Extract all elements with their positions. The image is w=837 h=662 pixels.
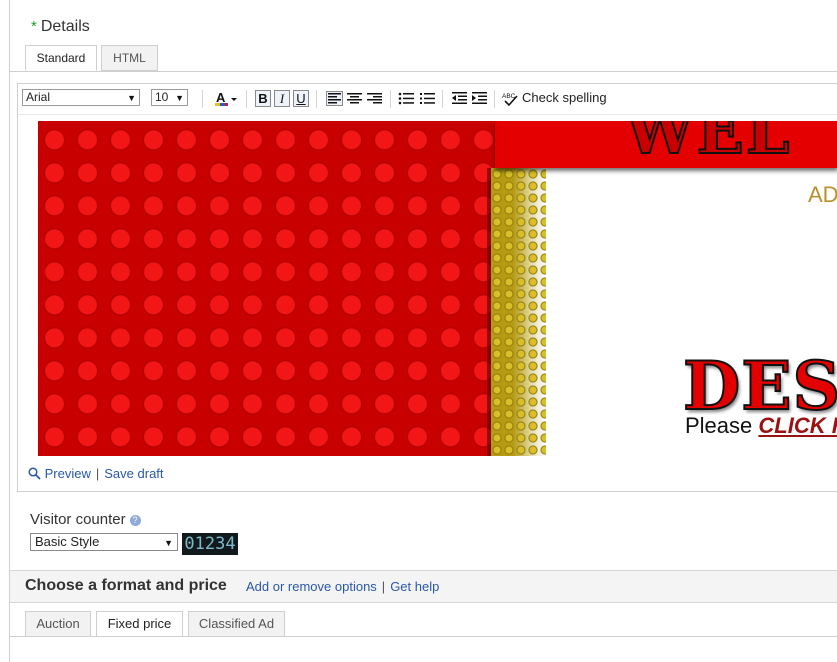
align-left-icon <box>328 93 341 104</box>
chevron-down-icon: ▼ <box>164 538 173 548</box>
click-here-link[interactable]: CLICK H <box>758 413 837 438</box>
format-tabs-divider <box>10 636 837 637</box>
outdent-button[interactable] <box>451 91 468 106</box>
font-size-value: 10 <box>155 90 169 104</box>
align-right-button[interactable] <box>366 91 383 106</box>
get-help-link[interactable]: Get help <box>390 579 439 594</box>
align-center-button[interactable] <box>346 91 363 106</box>
link-separator: | <box>95 466 100 481</box>
please-text: Please <box>685 413 753 438</box>
description-editor: Arial ▼ 10 ▼ A B I U ABC Check spelling … <box>17 83 837 492</box>
visitor-counter-preview: 01234 <box>182 533 238 555</box>
chevron-down-icon: ▼ <box>175 93 184 103</box>
bold-button[interactable]: B <box>255 90 271 107</box>
toolbar-separator <box>442 90 443 108</box>
frame-left-border <box>9 0 10 662</box>
visitor-counter-style-value: Basic Style <box>35 534 100 549</box>
editor-content-area[interactable]: WEL ADD A A A DESC Please CLICK H <box>35 121 837 456</box>
bulleted-list-button[interactable] <box>398 91 415 106</box>
numbered-list-icon <box>420 93 435 104</box>
font-family-select[interactable]: Arial ▼ <box>22 89 140 106</box>
content-edge <box>35 121 38 456</box>
required-mark: * <box>31 18 37 35</box>
tab-classified-ad[interactable]: Classified Ad <box>188 611 285 637</box>
font-color-icon: A <box>215 90 237 106</box>
format-section-title: Choose a format and price <box>25 577 227 594</box>
tab-html[interactable]: HTML <box>101 45 158 71</box>
tab-auction[interactable]: Auction <box>25 611 91 637</box>
bulleted-list-icon <box>398 92 414 105</box>
toolbar-separator <box>316 90 317 108</box>
font-color-button[interactable]: A <box>214 90 238 106</box>
lego-brick-background <box>35 121 495 456</box>
align-right-icon <box>367 93 382 104</box>
gold-brick-strip <box>491 168 546 456</box>
visitor-counter-label: Visitor counter? <box>30 511 141 528</box>
link-separator: | <box>381 579 386 594</box>
details-heading: * Details <box>31 18 90 36</box>
underline-button[interactable]: U <box>293 90 309 107</box>
spellcheck-icon[interactable]: ABC <box>502 91 520 107</box>
indent-icon <box>472 92 487 104</box>
welcome-banner-text: WEL <box>624 121 792 168</box>
font-family-value: Arial <box>26 90 51 104</box>
save-draft-link[interactable]: Save draft <box>104 466 163 481</box>
numbered-list-button[interactable] <box>419 91 436 106</box>
editor-footer-links: Preview | Save draft <box>28 466 164 481</box>
add-remove-options-link[interactable]: Add or remove options <box>246 579 377 594</box>
toolbar-separator <box>390 90 391 108</box>
svg-text:A: A <box>216 91 226 105</box>
outdent-icon <box>452 92 467 104</box>
font-size-select[interactable]: 10 ▼ <box>151 89 188 106</box>
toolbar-separator <box>246 90 247 108</box>
additional-info-text: ADD <box>808 182 837 207</box>
format-section-links: Add or remove options | Get help <box>246 579 439 594</box>
check-spelling-button[interactable]: Check spelling <box>522 90 607 105</box>
tab-fixed-price[interactable]: Fixed price <box>96 611 183 637</box>
toolbar-separator <box>494 90 495 108</box>
visitor-counter-text: Visitor counter <box>30 511 126 528</box>
tab-standard[interactable]: Standard <box>25 45 97 71</box>
align-left-button[interactable] <box>326 91 343 106</box>
align-center-icon <box>347 93 362 104</box>
toolbar-separator <box>202 90 203 108</box>
preview-link[interactable]: Preview <box>45 466 91 481</box>
indent-button[interactable] <box>471 91 488 106</box>
visitor-counter-style-select[interactable]: Basic Style ▼ <box>30 533 178 551</box>
magnifier-icon <box>28 467 41 480</box>
click-here-line: Please CLICK H <box>685 413 837 439</box>
chevron-down-icon: ▼ <box>127 93 136 103</box>
help-icon[interactable]: ? <box>129 514 141 526</box>
details-title: Details <box>40 18 90 35</box>
welcome-banner: WEL <box>495 121 837 168</box>
editor-toolbar: Arial ▼ 10 ▼ A B I U ABC Check spelling <box>18 84 837 115</box>
tabs-divider <box>10 71 837 72</box>
italic-button[interactable]: I <box>274 90 290 107</box>
